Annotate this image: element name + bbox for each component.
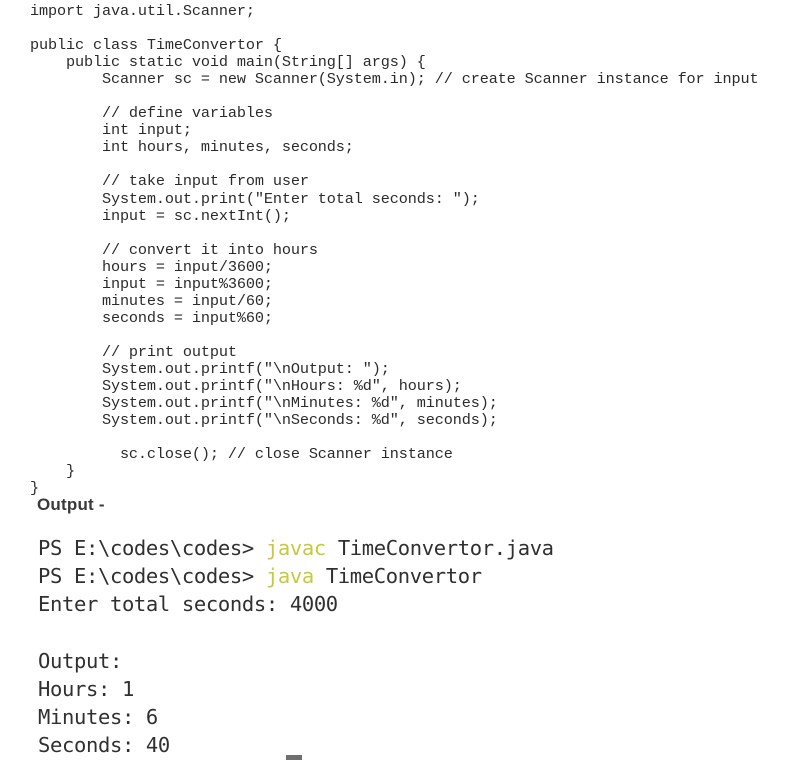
code-line: // print output xyxy=(30,342,237,361)
code-line: System.out.print("Enter total seconds: "… xyxy=(30,189,480,208)
code-line: System.out.printf("\nHours: %d", hours); xyxy=(30,377,462,396)
code-line: int input; xyxy=(30,121,192,140)
code-line: seconds = input%60; xyxy=(30,308,273,327)
code-line: public class TimeConvertor { xyxy=(30,36,282,55)
terminal-output-line: Hours: 1 xyxy=(38,676,134,701)
code-line: } xyxy=(30,479,39,498)
terminal-command-argument: TimeConvertor.java xyxy=(325,536,554,560)
terminal-output-line: Minutes: 6 xyxy=(38,705,158,730)
terminal-command-argument: TimeConvertor xyxy=(313,564,482,589)
terminal-command-line: PS E:\codes\codes> java TimeConvertor xyxy=(38,562,778,590)
terminal-transcript: PS E:\codes\codes> javac TimeConvertor.j… xyxy=(38,534,778,760)
code-line: int hours, minutes, seconds; xyxy=(30,138,354,157)
code-line: public static void main(String[] args) { xyxy=(30,53,426,72)
code-line: System.out.printf("\nMinutes: %d", minut… xyxy=(30,394,498,413)
code-line: // take input from user xyxy=(30,172,309,191)
java-code-listing: import java.util.Scanner; public class Ti… xyxy=(30,2,790,498)
code-line: System.out.printf("\nOutput: "); xyxy=(30,359,390,378)
code-line: hours = input/3600; xyxy=(30,257,273,276)
code-line: // convert it into hours xyxy=(30,240,318,259)
terminal-output-line: Enter total seconds: 4000 xyxy=(38,592,338,617)
output-section-heading: Output - xyxy=(37,495,105,514)
terminal-output-line: Seconds: 40 xyxy=(38,733,170,758)
terminal-command-line: PS E:\codes\codes> javac TimeConvertor.j… xyxy=(38,534,778,562)
code-line: // define variables xyxy=(30,104,273,123)
code-line: sc.close(); // close Scanner instance xyxy=(30,445,453,464)
code-line: Scanner sc = new Scanner(System.in); // … xyxy=(30,70,759,89)
code-line: } xyxy=(30,462,75,481)
code-line: minutes = input/60; xyxy=(30,291,273,310)
terminal-prompt: PS E:\codes\codes> xyxy=(38,536,266,560)
code-line: input = sc.nextInt(); xyxy=(30,206,291,225)
code-line: System.out.printf("\nSeconds: %d", secon… xyxy=(30,411,498,430)
terminal-command-keyword: javac xyxy=(265,536,326,560)
terminal-command-keyword: java xyxy=(265,564,314,589)
code-line: input = input%3600; xyxy=(30,274,273,293)
terminal-cursor xyxy=(286,755,302,760)
terminal-prompt: PS E:\codes\codes> xyxy=(38,564,266,589)
terminal-output-line: Output: xyxy=(38,648,122,673)
code-line: import java.util.Scanner; xyxy=(30,2,255,20)
